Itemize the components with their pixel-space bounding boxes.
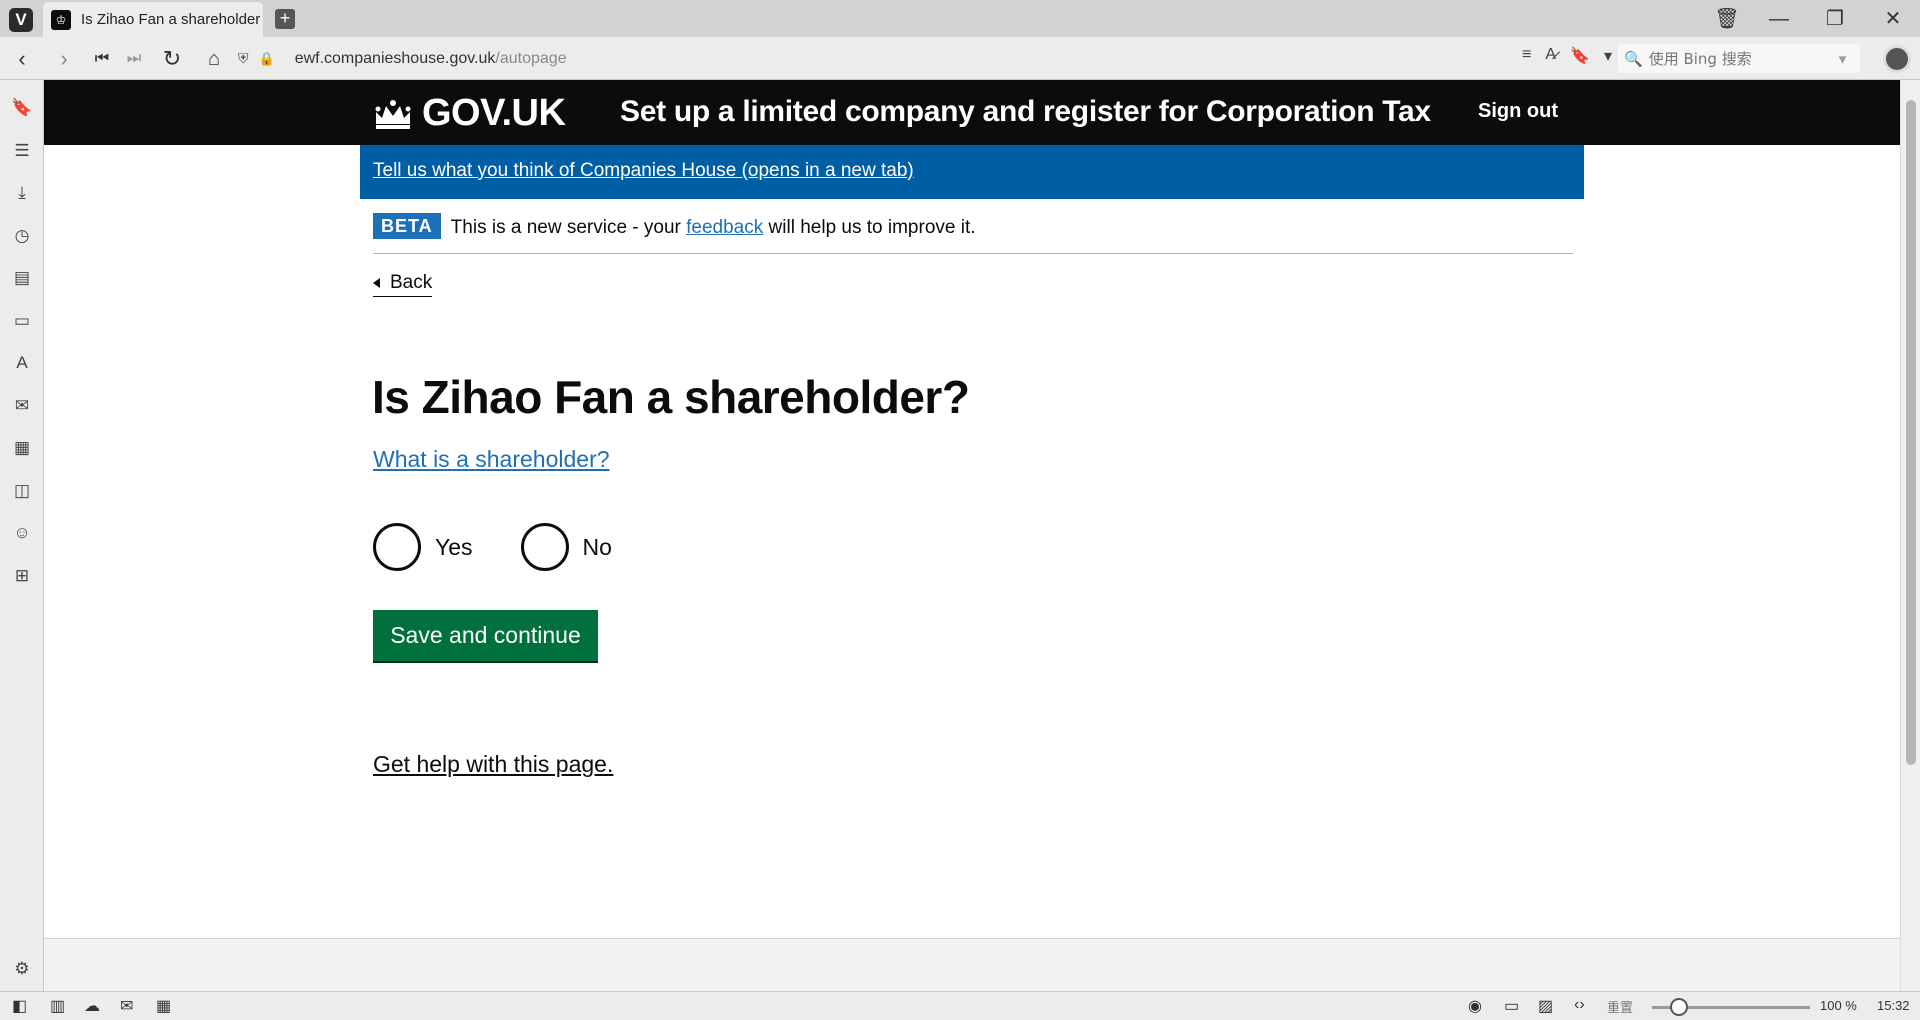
scrollbar-thumb[interactable] bbox=[1906, 100, 1916, 765]
zoom-level: 100 % bbox=[1820, 998, 1857, 1013]
profile-icon[interactable] bbox=[1883, 45, 1911, 73]
notes-icon[interactable]: ▤ bbox=[10, 266, 34, 290]
page-tiling-icon[interactable]: ▭ bbox=[1504, 996, 1519, 1016]
crown-icon bbox=[375, 99, 411, 129]
reader-view-icon[interactable]: ≡ bbox=[1522, 46, 1531, 66]
feedback-banner: Tell us what you think of Companies Hous… bbox=[360, 145, 1584, 199]
radio-yes[interactable]: Yes bbox=[373, 523, 473, 571]
back-link-label: Back bbox=[390, 272, 433, 293]
zoom-reset-label[interactable]: 重置 bbox=[1607, 997, 1633, 1016]
minimize-button[interactable]: — bbox=[1764, 6, 1794, 32]
dropdown-icon[interactable]: ▾ bbox=[1604, 46, 1612, 66]
window-panel-icon[interactable]: ▭ bbox=[10, 309, 34, 333]
page-viewport: GOV.UK Set up a limited company and regi… bbox=[44, 80, 1900, 991]
active-tab[interactable]: ♔ Is Zihao Fan a shareholder? bbox=[43, 2, 263, 37]
govuk-logo[interactable]: GOV.UK bbox=[372, 92, 566, 135]
bookmarks-panel-icon[interactable]: 🔖 bbox=[10, 96, 34, 120]
radio-no-label[interactable]: No bbox=[583, 534, 612, 561]
settings-gear-icon[interactable]: ⚙ bbox=[10, 957, 34, 981]
translate-icon[interactable]: A̷ bbox=[1545, 46, 1556, 66]
fast-forward-icon[interactable]: ⏭ bbox=[120, 45, 148, 73]
tab-bar: V ♔ Is Zihao Fan a shareholder? + 🗑 — ❐ … bbox=[0, 0, 1920, 37]
back-arrow-icon bbox=[373, 278, 380, 288]
trash-icon[interactable]: 🗑 bbox=[1712, 6, 1742, 32]
page-scrollbar[interactable] bbox=[1900, 80, 1920, 991]
clock: 15:32 bbox=[1877, 998, 1910, 1013]
govuk-logo-text: GOV.UK bbox=[422, 92, 566, 134]
rewind-icon[interactable]: ⏮ bbox=[88, 45, 116, 73]
bookmark-icon[interactable]: 🔖 bbox=[1570, 46, 1590, 66]
page-footer bbox=[44, 938, 1900, 991]
forward-icon[interactable]: › bbox=[50, 45, 78, 73]
home-icon[interactable]: ⌂ bbox=[200, 45, 228, 73]
capture-camera-icon[interactable]: ◉ bbox=[1468, 996, 1482, 1016]
feedback-survey-link[interactable]: Tell us what you think of Companies Hous… bbox=[373, 160, 914, 182]
get-help-link[interactable]: Get help with this page. bbox=[373, 751, 613, 778]
back-link[interactable]: Back bbox=[373, 272, 433, 297]
status-bar: ◧ ▥ ☁ ✉ ▦ ◉ ▭ ▨ ‹› 重置 100 % 15:32 bbox=[0, 991, 1920, 1020]
shareholder-radio-group: Yes No bbox=[373, 523, 660, 571]
url-text[interactable]: ewf.companieshouse.gov.uk/autopage bbox=[295, 50, 567, 68]
govuk-header: GOV.UK Set up a limited company and regi… bbox=[44, 80, 1900, 145]
reload-icon[interactable]: ↻ bbox=[158, 45, 186, 73]
history-icon[interactable]: ◷ bbox=[10, 224, 34, 248]
phase-banner-text: This is a new service - your feedback wi… bbox=[450, 217, 976, 238]
calendar-icon[interactable]: ▦ bbox=[10, 436, 34, 460]
status-calendar-icon[interactable]: ▦ bbox=[156, 996, 171, 1016]
url-field[interactable]: ⛨ 🔒 ewf.companieshouse.gov.uk/autopage ≡… bbox=[238, 44, 1612, 73]
search-input[interactable] bbox=[1648, 49, 1839, 68]
radio-no-circle[interactable] bbox=[520, 523, 569, 571]
status-mail-icon[interactable]: ✉ bbox=[120, 996, 133, 1016]
image-toggle-icon[interactable]: ▨ bbox=[1538, 996, 1553, 1016]
feeds-icon[interactable]: ◫ bbox=[10, 479, 34, 503]
what-is-shareholder-link[interactable]: What is a shareholder? bbox=[373, 446, 610, 473]
radio-no[interactable]: No bbox=[520, 523, 612, 571]
tab-tiling-icon[interactable]: ▥ bbox=[50, 996, 65, 1016]
beta-tag: BETA bbox=[373, 213, 441, 239]
side-panel: 🔖 ☰ ⤓ ◷ ▤ ▭ A ✉ ▦ ◫ ☺ ⊞ ⚙ bbox=[0, 80, 44, 991]
govuk-favicon-icon: ♔ bbox=[51, 9, 71, 30]
tab-title: Is Zihao Fan a shareholder? bbox=[81, 11, 261, 28]
feedback-link[interactable]: feedback bbox=[686, 217, 763, 238]
search-field[interactable]: 🔍 ▾ bbox=[1618, 44, 1860, 73]
reading-list-icon[interactable]: ☰ bbox=[10, 139, 34, 163]
search-engine-dropdown-icon[interactable]: ▾ bbox=[1839, 50, 1847, 68]
save-and-continue-button[interactable]: Save and continue bbox=[373, 610, 598, 661]
translate-panel-icon[interactable]: A bbox=[10, 351, 34, 375]
search-icon: 🔍 bbox=[1624, 50, 1643, 68]
close-window-button[interactable]: ✕ bbox=[1878, 6, 1908, 32]
service-name[interactable]: Set up a limited company and register fo… bbox=[620, 95, 1431, 129]
mail-icon[interactable]: ✉ bbox=[10, 394, 34, 418]
restore-button[interactable]: ❐ bbox=[1820, 6, 1850, 32]
address-bar: ‹ › ⏮ ⏭ ↻ ⌂ ⛨ 🔒 ewf.companieshouse.gov.u… bbox=[0, 37, 1920, 80]
radio-yes-label[interactable]: Yes bbox=[435, 534, 473, 561]
sign-out-link[interactable]: Sign out bbox=[1478, 100, 1558, 123]
phase-banner: BETA This is a new service - your feedba… bbox=[373, 213, 1573, 254]
panel-toggle-icon[interactable]: ◧ bbox=[12, 996, 27, 1016]
page-actions-icon[interactable]: ‹› bbox=[1574, 996, 1585, 1014]
radio-yes-circle[interactable] bbox=[373, 523, 421, 571]
page-title: Is Zihao Fan a shareholder? bbox=[372, 371, 970, 423]
zoom-slider-thumb[interactable] bbox=[1670, 998, 1688, 1016]
vivaldi-menu-icon[interactable]: V bbox=[9, 8, 33, 32]
contacts-icon[interactable]: ☺ bbox=[10, 521, 34, 545]
add-panel-icon[interactable]: ⊞ bbox=[10, 564, 34, 588]
back-icon[interactable]: ‹ bbox=[8, 45, 36, 73]
new-tab-button[interactable]: + bbox=[275, 9, 295, 29]
shield-icon[interactable]: ⛨ bbox=[238, 50, 249, 67]
sync-cloud-icon[interactable]: ☁ bbox=[84, 996, 100, 1016]
downloads-icon[interactable]: ⤓ bbox=[10, 181, 34, 205]
lock-icon[interactable]: 🔒 bbox=[259, 51, 275, 67]
